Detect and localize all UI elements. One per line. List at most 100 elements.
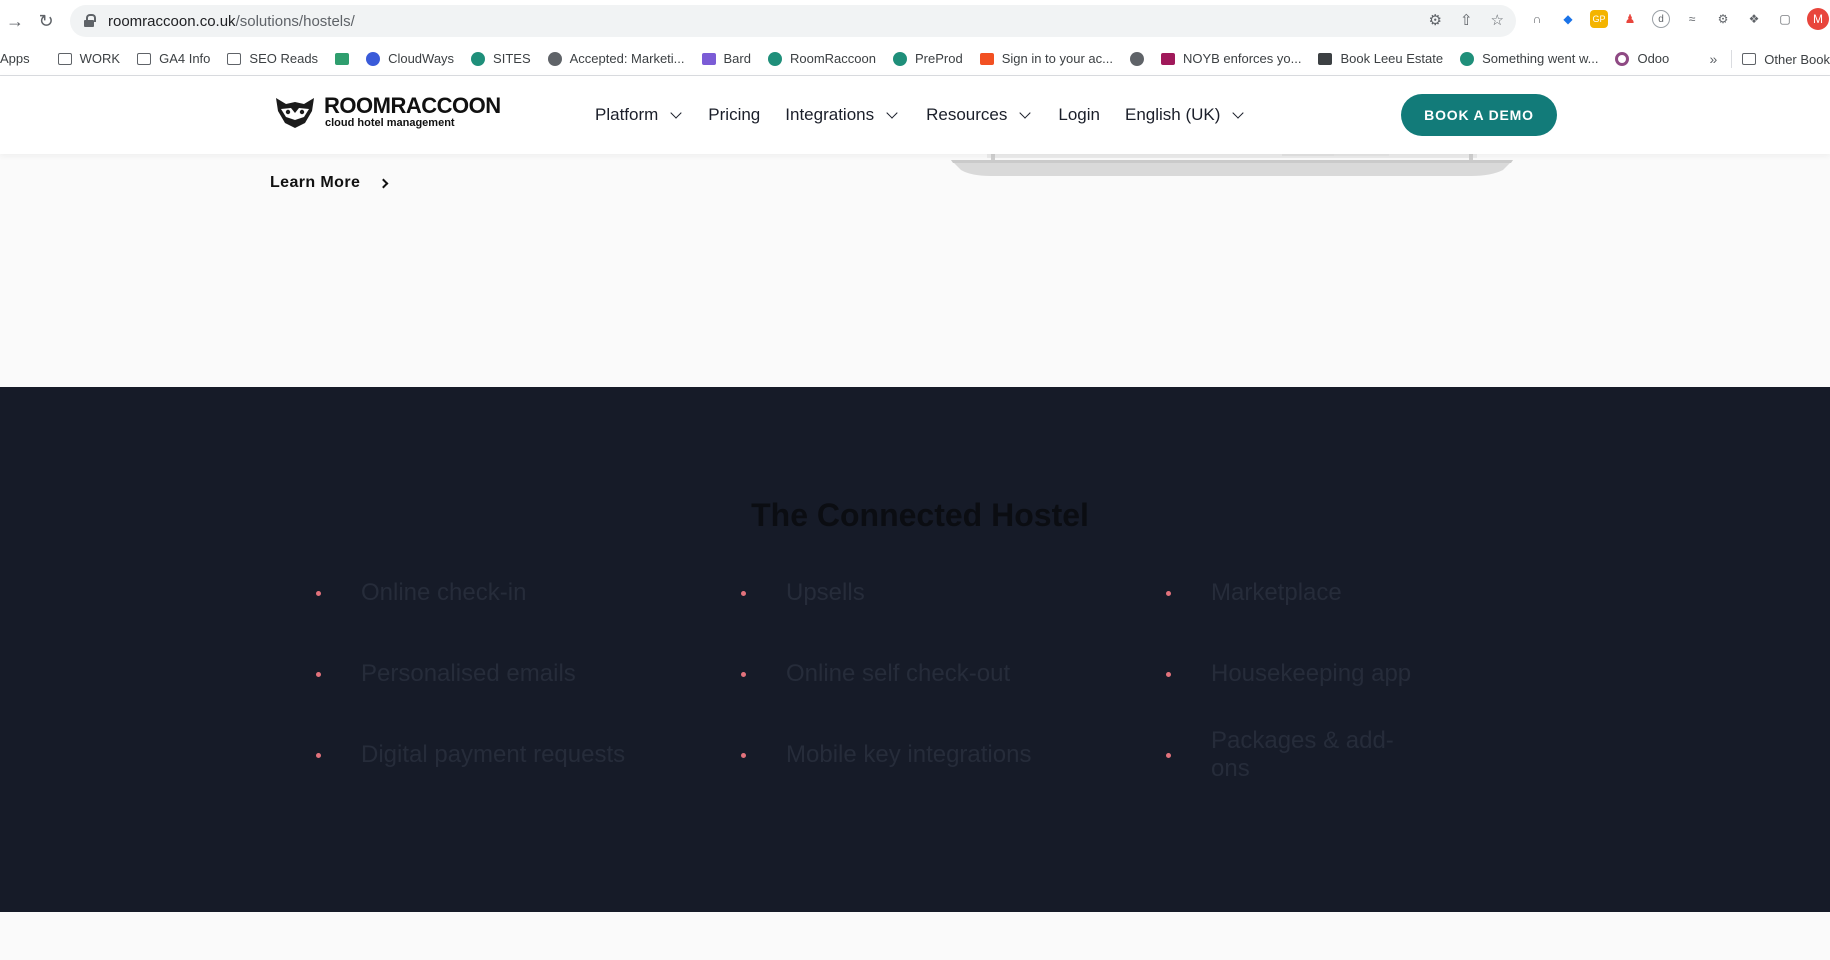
feature-label: Mobile key integrations [786, 741, 1032, 768]
next-section [0, 912, 1830, 960]
section-title: The Connected Hostel [751, 497, 1089, 533]
nav-item-label: Integrations [785, 105, 875, 124]
feature-item: Marketplace [1166, 579, 1416, 606]
feature-label: Packages & add-ons [1211, 727, 1394, 782]
feature-label: Online check-in [361, 579, 527, 606]
connected-hostel-section: The Connected Hostel Online check-in Upse… [0, 387, 1830, 912]
url-path: /solutions/hostels/ [235, 12, 355, 30]
bookmark-item[interactable] [1129, 51, 1144, 66]
nav-item-resources[interactable]: Resources [926, 105, 1032, 125]
reload-icon[interactable]: ↻ [31, 6, 61, 36]
cloud-icon [366, 51, 381, 66]
bullet-icon [1166, 671, 1171, 677]
raccoon-logo-icon [276, 98, 314, 128]
bookmark-item[interactable]: SEO Reads [227, 51, 318, 66]
folder-icon [137, 52, 152, 65]
main-nav: Platform Pricing Integrations Resources Logi… [595, 76, 1267, 154]
bookmark-item[interactable]: NOYB enforces yo... [1160, 51, 1302, 66]
bookmark-item[interactable]: Something went w... [1460, 51, 1598, 66]
url-host: roomraccoon.co.uk [108, 12, 236, 30]
feature-item: Personalised emails [316, 660, 741, 687]
folder-icon [1742, 53, 1757, 65]
feature-label: Marketplace [1211, 579, 1342, 606]
bullet-icon [1166, 752, 1171, 758]
laptop-illustration [951, 152, 1513, 176]
bookmark-item[interactable]: Accepted: Marketi... [547, 51, 685, 66]
bookmark-item[interactable]: Apps [0, 51, 30, 66]
chevron-right-icon [378, 178, 389, 188]
bookmark-item[interactable]: CloudWays [366, 51, 454, 66]
logo-name: ROOMRACCOON [324, 93, 501, 118]
forward-icon[interactable]: → [0, 6, 30, 36]
learn-more-label: Learn More [270, 174, 361, 191]
extension-d-icon[interactable]: d [1652, 10, 1670, 28]
roomraccoon-icon [892, 51, 907, 66]
bookmark-item[interactable]: Book Leeu Estate [1318, 51, 1443, 66]
nav-item-platform[interactable]: Platform [595, 105, 682, 125]
other-bookmarks[interactable]: Other Book [1742, 52, 1830, 67]
bookmark-label: SITES [493, 51, 531, 66]
roomraccoon-icon [471, 51, 486, 66]
bookmark-label: RoomRaccoon [789, 51, 876, 66]
bullet-icon [1166, 590, 1171, 596]
nav-item-login[interactable]: Login [1058, 105, 1100, 125]
bookmark-item[interactable] [335, 52, 350, 65]
book-demo-button[interactable]: BOOK A DEMO [1401, 94, 1557, 136]
chevron-down-icon [1232, 107, 1245, 119]
divider [1731, 50, 1733, 68]
learn-more-link[interactable]: Learn More [270, 174, 389, 192]
extension-arc-icon[interactable]: ∩ [1528, 10, 1546, 28]
roomraccoon-icon [767, 51, 782, 66]
bullet-icon [741, 590, 746, 596]
bullet-icon [316, 590, 321, 596]
extension-gear-icon[interactable]: ⚙ [1714, 10, 1732, 28]
chevron-double-right-icon[interactable]: » [1709, 51, 1717, 67]
extension-figure-icon[interactable]: ♟ [1621, 10, 1639, 28]
bookmark-label: Sign in to your ac... [1001, 51, 1113, 66]
bookmark-label: Apps [0, 51, 30, 66]
bookmark-label: PreProd [914, 51, 963, 66]
feature-label: Digital payment requests [361, 741, 626, 768]
feature-item: Mobile key integrations [741, 741, 1166, 768]
nav-item-pricing[interactable]: Pricing [708, 105, 760, 125]
feature-label: Online self check-out [786, 660, 1011, 687]
nav-item-label: Login [1058, 105, 1100, 124]
extensions-puzzle-icon[interactable]: ❖ [1745, 10, 1763, 28]
nav-item-english-uk[interactable]: English (UK) [1125, 105, 1245, 125]
bookmark-item[interactable]: RoomRaccoon [767, 51, 876, 66]
roomraccoon-icon [1460, 51, 1475, 66]
extension-wave-icon[interactable]: ≈ [1683, 10, 1701, 28]
extension-gp-icon[interactable]: GP [1590, 10, 1608, 28]
bullet-icon [741, 752, 746, 758]
feature-label: Personalised emails [361, 660, 576, 687]
bookmark-label: Book Leeu Estate [1340, 51, 1444, 66]
bookmark-item[interactable]: PreProd [892, 51, 963, 66]
share-icon[interactable]: ⇧ [1460, 11, 1473, 29]
nav-item-label: Pricing [708, 105, 761, 124]
profile-avatar[interactable]: M [1807, 8, 1829, 30]
browser-toolbar: → ↻ roomraccoon.co.uk/solutions/hostels/… [0, 0, 1830, 42]
address-bar[interactable]: roomraccoon.co.uk/solutions/hostels/ ⚙ ⇧… [70, 5, 1516, 37]
bookmarks-bar: Apps WORK GA4 Info SEO Reads CloudWays SITES A… [0, 42, 1830, 76]
bookmark-item[interactable]: GA4 Info [137, 51, 210, 66]
bookmark-label: NOYB enforces yo... [1182, 51, 1302, 66]
side-panel-icon[interactable]: ▢ [1776, 10, 1794, 28]
roomraccoon-logo[interactable]: ROOMRACCOON cloud hotel management [274, 95, 501, 129]
bookmark-item[interactable]: Odoo [1615, 51, 1669, 66]
site-permissions-icon[interactable]: ⚙ [1429, 11, 1442, 29]
bookmark-item[interactable]: WORK [57, 51, 120, 66]
lock-icon [84, 14, 96, 28]
bullet-icon [316, 671, 321, 677]
bookmarks-overflow: » Other Book [1699, 42, 1830, 75]
folder-icon [227, 52, 242, 65]
extension-tag-icon[interactable]: ◆ [1559, 10, 1577, 28]
bookmark-label: Bard [723, 51, 751, 66]
bookmark-item[interactable]: Bard [701, 51, 751, 66]
feature-item: Online self check-out [741, 660, 1166, 687]
bookmark-star-icon[interactable]: ☆ [1491, 11, 1504, 29]
bookmark-item[interactable]: Sign in to your ac... [979, 51, 1113, 66]
bookmark-item[interactable]: SITES [471, 51, 531, 66]
nav-item-integrations[interactable]: Integrations [785, 105, 898, 125]
feature-item: Upsells [741, 579, 1166, 606]
feature-label: Upsells [786, 579, 865, 606]
